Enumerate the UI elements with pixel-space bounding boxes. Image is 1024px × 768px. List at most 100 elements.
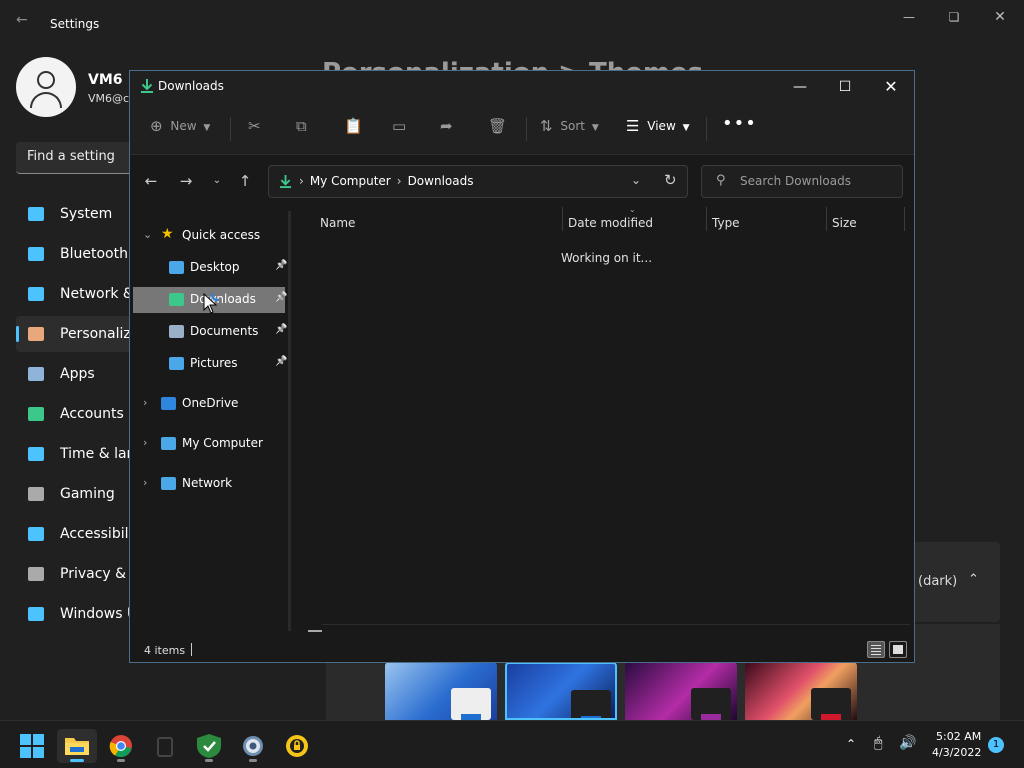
taskbar-notepad[interactable]: [145, 729, 185, 763]
close-button[interactable]: ✕: [868, 75, 914, 99]
sidebar-item-accounts[interactable]: Accounts: [16, 396, 136, 432]
search-box[interactable]: ⚲: [701, 165, 903, 198]
taskbar-defender[interactable]: [189, 729, 229, 763]
theme-thumbnail[interactable]: [385, 662, 497, 720]
sidebar-item-privacy-s[interactable]: Privacy & s: [16, 556, 138, 592]
chevron-down-icon: ▼: [591, 122, 599, 133]
command-bar: ⊕ New ▼ ✂ ⧉ 📋 ▭ ➦ 🗑 ⇅ Sort ▼ ☰ View ▼ ••…: [130, 103, 914, 155]
chevron-down-icon[interactable]: ⌄: [631, 173, 641, 187]
file-list[interactable]: Name ⌄ Date modified Type Size Working o…: [292, 205, 914, 625]
chevron-right-icon[interactable]: ›: [143, 436, 147, 449]
clock-date[interactable]: 4/3/2022: [932, 746, 981, 759]
up-arrow-icon[interactable]: ↑: [234, 172, 256, 190]
sort-button[interactable]: ⇅ Sort ▼: [540, 117, 599, 141]
new-button[interactable]: ⊕ New ▼: [150, 117, 210, 141]
shield-icon: [28, 567, 44, 581]
chevron-down-icon: ▼: [203, 122, 211, 133]
nav-item-label: Desktop: [190, 260, 240, 274]
sidebar-item-apps[interactable]: Apps: [16, 356, 136, 392]
network-icon[interactable]: 🖱: [874, 735, 882, 751]
restore-button[interactable]: ❏: [932, 6, 976, 28]
nav-item-network[interactable]: › Network: [133, 471, 285, 497]
nav-item-documents[interactable]: Documents 📌: [133, 319, 287, 345]
recent-locations-chevron-icon[interactable]: ⌄: [206, 175, 228, 186]
start-button[interactable]: [12, 729, 52, 763]
cut-button[interactable]: ✂: [248, 117, 261, 141]
settings-search-input[interactable]: Find a setting: [16, 142, 146, 174]
minimize-button[interactable]: —: [777, 75, 823, 99]
sidebar-item-accessibility[interactable]: Accessibility: [16, 516, 146, 552]
notification-badge[interactable]: 1: [988, 737, 1004, 753]
column-header-name[interactable]: Name: [320, 216, 355, 230]
details-view-icon[interactable]: [867, 641, 885, 658]
sidebar-item-label: Network &: [60, 286, 134, 302]
chevron-down-icon[interactable]: ⌄: [143, 228, 152, 241]
chevron-right-icon[interactable]: ›: [143, 476, 147, 489]
minimize-button[interactable]: —: [887, 6, 931, 28]
sidebar-item-system[interactable]: System: [16, 196, 136, 232]
status-bar: 4 items: [130, 639, 914, 663]
taskbar-file-explorer[interactable]: [57, 729, 97, 763]
avatar[interactable]: [16, 57, 76, 117]
nav-quick-access[interactable]: ⌄ ★ Quick access: [133, 223, 285, 249]
clock-time[interactable]: 5:02 AM: [936, 730, 981, 743]
sidebar-item-personaliza[interactable]: Personaliza: [16, 316, 139, 352]
computer-icon: [161, 437, 176, 450]
forward-arrow-icon[interactable]: →: [175, 172, 197, 190]
pane-splitter[interactable]: [288, 211, 291, 631]
taskbar-chrome[interactable]: [101, 729, 141, 763]
breadcrumb-item[interactable]: Downloads: [408, 174, 474, 188]
column-header-type[interactable]: Type: [712, 216, 740, 230]
breadcrumb-item[interactable]: My Computer: [310, 174, 391, 188]
back-arrow-icon[interactable]: ←: [140, 172, 162, 190]
chevron-right-icon[interactable]: ›: [397, 174, 402, 188]
address-bar[interactable]: › My Computer › Downloads ⌄ ↻: [268, 165, 688, 198]
theme-thumbnail[interactable]: [625, 662, 737, 720]
maximize-button[interactable]: ☐: [822, 75, 868, 99]
nav-item-my-computer[interactable]: › My Computer: [133, 431, 285, 457]
copy-button[interactable]: ⧉: [296, 117, 307, 141]
taskbar-settings[interactable]: [233, 729, 273, 763]
chevron-right-icon[interactable]: ›: [143, 396, 147, 409]
search-input[interactable]: [740, 174, 890, 188]
sidebar-item-gaming[interactable]: Gaming: [16, 476, 136, 512]
person-icon: [28, 407, 44, 421]
volume-icon[interactable]: 🔊: [899, 735, 916, 751]
nav-item-pictures[interactable]: Pictures 📌: [133, 351, 287, 377]
back-arrow-icon[interactable]: ←: [16, 12, 36, 34]
column-header-size[interactable]: Size: [832, 216, 857, 230]
taskbar-norton[interactable]: [277, 729, 317, 763]
folder-icon: [65, 738, 89, 755]
show-hidden-icons-chevron-icon[interactable]: ⌃: [846, 737, 856, 751]
view-button[interactable]: ☰ View ▼: [626, 117, 690, 141]
nav-item-desktop[interactable]: Desktop 📌: [133, 255, 288, 281]
sidebar-item-time-lang[interactable]: Time & lang: [16, 436, 144, 472]
rename-button[interactable]: ▭: [392, 117, 406, 141]
chevron-right-icon[interactable]: ›: [299, 174, 304, 188]
plus-circle-icon: ⊕: [150, 117, 163, 135]
theme-thumbnail[interactable]: [745, 662, 857, 720]
sort-label: Sort: [560, 118, 586, 133]
download-icon: [169, 293, 184, 306]
large-icons-view-icon[interactable]: [889, 641, 907, 658]
paste-button[interactable]: 📋: [344, 117, 363, 141]
delete-button[interactable]: 🗑: [488, 117, 507, 141]
clock-icon: [28, 447, 44, 461]
pin-icon: 📌: [275, 260, 288, 271]
refresh-icon[interactable]: ↻: [664, 171, 677, 189]
sidebar-item-windows-u[interactable]: Windows U: [16, 596, 137, 632]
chevron-up-icon[interactable]: ⌃: [968, 572, 979, 587]
theme-thumbnail[interactable]: [505, 662, 617, 720]
column-header-date-modified[interactable]: Date modified: [568, 216, 653, 230]
desktop-icon: [169, 261, 184, 274]
gear-icon: [243, 736, 263, 756]
more-options-icon[interactable]: •••: [722, 113, 757, 137]
nav-item-onedrive[interactable]: › OneDrive: [133, 391, 285, 417]
close-button[interactable]: ✕: [978, 6, 1022, 28]
share-button[interactable]: ➦: [440, 117, 453, 141]
chrome-icon: [109, 735, 132, 758]
horizontal-scrollbar[interactable]: [308, 630, 322, 632]
sidebar-item-bluetooth[interactable]: Bluetooth &: [16, 236, 143, 272]
sidebar-item-network[interactable]: Network &: [16, 276, 136, 312]
lock-shield-icon: [286, 735, 308, 757]
